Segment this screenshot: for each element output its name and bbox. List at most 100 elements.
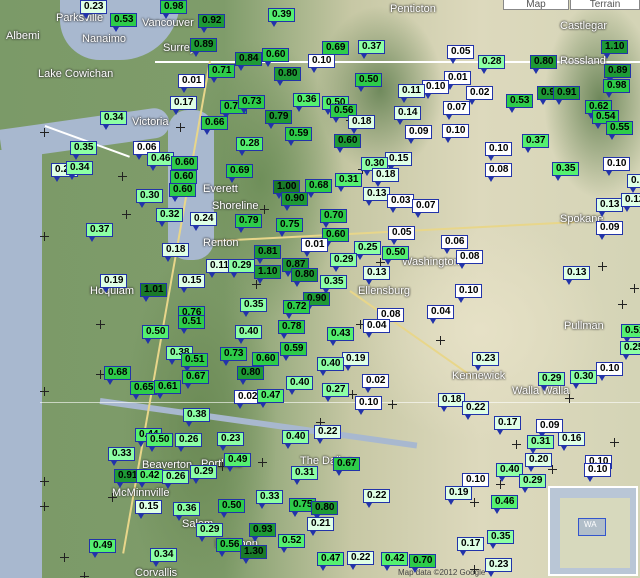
precip-marker[interactable]: 0.42 [136, 469, 164, 488]
precip-marker[interactable]: 0.49 [89, 539, 117, 558]
precip-marker[interactable]: 0.04 [427, 305, 455, 324]
precip-marker[interactable]: 0.29 [190, 465, 218, 484]
precip-marker[interactable]: 1.30 [240, 545, 268, 564]
precip-marker[interactable]: 0.18 [162, 243, 190, 262]
precip-marker[interactable]: 0.53 [506, 94, 534, 113]
precip-marker[interactable]: 0.66 [201, 116, 229, 135]
precip-marker[interactable]: 0.36 [173, 502, 201, 521]
precip-marker[interactable]: 0.69 [226, 164, 254, 183]
precip-marker[interactable]: 0.78 [278, 320, 306, 339]
precip-marker[interactable]: 0.28 [236, 137, 264, 156]
precip-marker[interactable]: 0.10 [308, 54, 336, 73]
precip-marker[interactable]: 0.27 [322, 383, 350, 402]
precip-marker[interactable]: 0.37 [522, 134, 550, 153]
precip-marker[interactable]: 0.16 [558, 432, 586, 451]
precip-marker[interactable]: 0.46 [491, 495, 519, 514]
precip-marker[interactable]: 0.84 [235, 52, 263, 71]
precip-marker[interactable]: 0.14 [394, 106, 422, 125]
precip-marker[interactable]: 0.79 [235, 214, 263, 233]
precip-marker[interactable]: 0.32 [156, 208, 184, 227]
precip-marker[interactable]: 0.36 [293, 93, 321, 112]
precip-marker[interactable]: 0.55 [606, 121, 634, 140]
precip-marker[interactable]: 0.04 [363, 319, 391, 338]
precip-marker[interactable]: 0.90 [281, 192, 309, 211]
precip-marker[interactable]: 0.23 [80, 0, 108, 19]
precip-marker[interactable]: 0.18 [348, 115, 376, 134]
precip-marker[interactable]: 0.35 [70, 141, 98, 160]
precip-marker[interactable]: 0.51 [178, 315, 206, 334]
precip-marker[interactable]: 0.11 [398, 84, 425, 103]
precip-marker[interactable]: 0.25 [620, 341, 640, 360]
precip-marker[interactable]: 1.10 [254, 265, 282, 284]
precip-marker[interactable]: 0.13 [596, 198, 624, 217]
precip-marker[interactable]: 0.15 [178, 274, 206, 293]
precip-marker[interactable]: 0.98 [603, 79, 631, 98]
precip-marker[interactable]: 0.49 [224, 453, 252, 472]
precip-marker[interactable]: 0.40 [282, 430, 310, 449]
precip-marker[interactable]: 0.07 [443, 101, 471, 120]
precip-marker[interactable]: 0.01 [178, 74, 206, 93]
precip-marker[interactable]: 0.91 [553, 86, 581, 105]
precip-marker[interactable]: 0.73 [238, 95, 266, 114]
precip-marker[interactable]: 0.93 [249, 523, 277, 542]
precip-marker[interactable]: 0.23 [217, 432, 245, 451]
precip-marker[interactable]: 0.19 [342, 352, 370, 371]
precip-marker[interactable]: 0.23 [485, 558, 513, 577]
precip-marker[interactable]: 0.53 [110, 13, 138, 32]
precip-marker[interactable]: 0.20 [525, 453, 553, 472]
precip-marker[interactable]: 0.08 [485, 163, 513, 182]
precip-marker[interactable]: 0.30 [570, 370, 598, 389]
precip-marker[interactable]: 0.71 [208, 64, 236, 83]
precip-marker[interactable]: 0.26 [175, 433, 203, 452]
precip-marker[interactable]: 0.75 [276, 218, 304, 237]
precip-marker[interactable]: 0.10 [485, 142, 513, 161]
precip-marker[interactable]: 0.21 [307, 517, 335, 536]
precip-marker[interactable]: 0.03 [387, 194, 415, 213]
precip-marker[interactable]: 0.35 [487, 530, 515, 549]
precip-marker[interactable]: 0.28 [478, 55, 506, 74]
precip-marker[interactable]: 0.29 [538, 372, 566, 391]
map-type-button[interactable]: Map [503, 0, 569, 10]
precip-marker[interactable]: 0.17 [457, 537, 485, 556]
precip-marker[interactable]: 0.01 [301, 238, 329, 257]
precip-marker[interactable]: 0.70 [320, 209, 348, 228]
precip-marker[interactable]: 0.37 [358, 40, 386, 59]
precip-marker[interactable]: 0.02 [362, 374, 390, 393]
precip-marker[interactable]: 0.92 [198, 14, 226, 33]
precip-marker[interactable]: 0.50 [355, 73, 383, 92]
precip-marker[interactable]: 0.67 [333, 457, 361, 476]
precip-marker[interactable]: 0.72 [283, 300, 311, 319]
precip-marker[interactable]: 0.60 [334, 134, 362, 153]
precip-marker[interactable]: 0.34 [100, 111, 128, 130]
precip-marker[interactable]: 0.50 [382, 246, 410, 265]
precip-marker[interactable]: 0.05 [447, 45, 475, 64]
precip-marker[interactable]: 0.13 [363, 266, 391, 285]
precip-marker[interactable]: 0.47 [257, 389, 285, 408]
precip-marker[interactable]: 0.30 [136, 189, 164, 208]
precip-marker[interactable]: 0.10 [455, 284, 483, 303]
precip-marker[interactable]: 0.80 [530, 55, 558, 74]
precip-marker[interactable]: 0.10 [596, 362, 624, 381]
precip-marker[interactable]: 0.80 [274, 67, 302, 86]
precip-marker[interactable]: 1.01 [140, 283, 168, 302]
precip-marker[interactable]: 0.22 [363, 489, 391, 508]
precip-marker[interactable]: 0.59 [285, 127, 313, 146]
precip-marker[interactable]: 0.40 [235, 325, 263, 344]
precip-marker[interactable]: 0.33 [256, 490, 284, 509]
precip-marker[interactable]: 0.52 [278, 534, 306, 553]
precip-marker[interactable]: 0.39 [268, 8, 296, 27]
precip-marker[interactable]: 0.31 [291, 466, 319, 485]
precip-marker[interactable]: 0.29 [228, 259, 256, 278]
precip-marker[interactable]: 0.80 [291, 268, 319, 287]
precip-marker[interactable]: 0.09 [596, 221, 624, 240]
precip-marker[interactable]: 0.17 [494, 416, 522, 435]
precip-marker[interactable]: 0.40 [317, 357, 345, 376]
precip-marker[interactable]: 0.89 [190, 38, 218, 57]
precip-marker[interactable]: 0.12 [621, 193, 640, 212]
precip-marker[interactable]: 0.50 [146, 433, 174, 452]
precip-marker[interactable]: 0.26 [162, 470, 190, 489]
precip-marker[interactable]: 0.22 [347, 551, 375, 570]
precip-marker[interactable]: 0.24 [190, 212, 218, 231]
precip-marker[interactable]: 0.13 [563, 266, 591, 285]
precip-marker[interactable]: 0.34 [150, 548, 178, 567]
